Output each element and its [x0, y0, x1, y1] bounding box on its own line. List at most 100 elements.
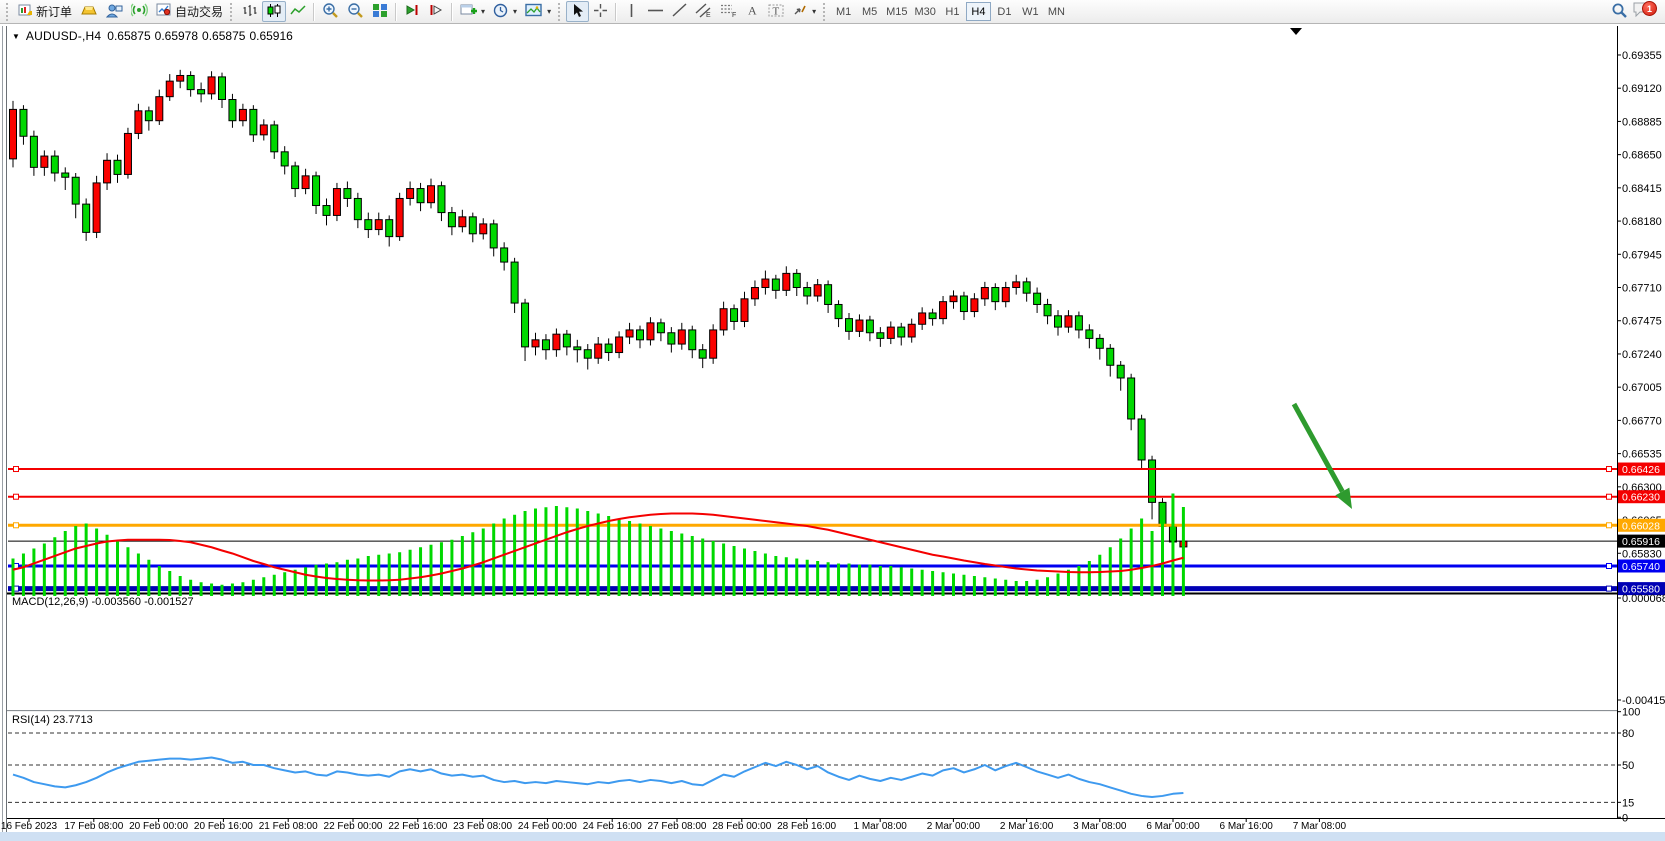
candle-down [83, 204, 90, 232]
line-handle[interactable] [1607, 494, 1612, 499]
date-tick-label: 28 Feb 16:00 [777, 821, 836, 832]
periods-button[interactable]: ▾ [489, 1, 521, 22]
text-button[interactable]: A [741, 1, 764, 22]
timeframe-button-H4[interactable]: H4 [966, 2, 991, 21]
candle-up [814, 285, 821, 296]
line-chart-button[interactable] [286, 1, 310, 22]
toolbar-grip[interactable] [6, 3, 11, 21]
equidistant-channel-button[interactable]: E [691, 1, 716, 22]
dropdown-caret: ▾ [547, 7, 551, 16]
candle-down [929, 313, 936, 319]
timeframe-button-D1[interactable]: D1 [992, 2, 1017, 21]
candle-up [10, 109, 17, 158]
text-label-button[interactable]: T [764, 1, 788, 22]
new-order-button[interactable]: 新订单 [14, 1, 76, 22]
date-tick-label: 17 Feb 08:00 [64, 821, 123, 832]
chart-menu-triangle-icon[interactable]: ▼ [12, 32, 20, 41]
trendline-button[interactable] [668, 1, 691, 22]
autotrade-label: 自动交易 [175, 3, 223, 20]
gold-button[interactable] [76, 1, 102, 22]
timeframe-button-H1[interactable]: H1 [940, 2, 965, 21]
candle-down [1023, 282, 1030, 293]
notifications[interactable]: 1 [1632, 0, 1652, 23]
timeframe-button-M1[interactable]: M1 [831, 2, 856, 21]
fibonacci-button[interactable]: F [716, 1, 741, 22]
line-handle[interactable] [14, 467, 19, 472]
macd-scale-bottom: -0.004159 [1622, 695, 1665, 707]
vertical-line-button[interactable] [620, 1, 643, 22]
arrows-button[interactable]: ▾ [788, 1, 820, 22]
candle-down [271, 125, 278, 152]
template-button[interactable]: ▾ [521, 1, 555, 22]
signal-button[interactable] [127, 1, 152, 22]
toolbar-grip[interactable] [230, 3, 235, 21]
crosshair-button[interactable] [589, 1, 612, 22]
zoom-out-button[interactable] [343, 1, 368, 22]
candle-up [93, 183, 100, 232]
timeframe-button-MN[interactable]: MN [1044, 2, 1069, 21]
candle-down [574, 347, 581, 350]
candle-up [616, 337, 623, 353]
auto-scroll-button[interactable] [400, 1, 424, 22]
bar-chart-button[interactable] [238, 1, 262, 22]
zoom-in-button[interactable] [318, 1, 343, 22]
line-handle[interactable] [14, 523, 19, 528]
line-handle[interactable] [1607, 563, 1612, 568]
date-tick-label: 16 Feb 2023 [1, 821, 58, 832]
svg-text:T: T [773, 5, 780, 17]
candle-up [971, 299, 978, 312]
timeframe-button-M30[interactable]: M30 [912, 2, 939, 21]
zoom-in-icon [322, 2, 339, 21]
line-handle[interactable] [1607, 467, 1612, 472]
new-chart-button[interactable]: ▾ [456, 1, 489, 22]
price-label-text: 0.66426 [1622, 464, 1660, 476]
candle-up [710, 330, 717, 358]
tile-windows-icon [372, 3, 388, 21]
toolbar-separator [451, 3, 453, 21]
line-handle[interactable] [14, 494, 19, 499]
toolbar-grip[interactable] [558, 3, 563, 21]
timeframe-button-M5[interactable]: M5 [857, 2, 882, 21]
candle-up [532, 340, 539, 347]
cursor-button[interactable] [566, 1, 589, 22]
price-tick-label: 0.68415 [1622, 183, 1662, 195]
zoom-out-icon [347, 2, 364, 21]
date-tick-label: 27 Feb 08:00 [648, 821, 707, 832]
chart-shift-button[interactable] [424, 1, 448, 22]
date-tick-label: 24 Feb 00:00 [518, 821, 577, 832]
candlestick-chart-button[interactable] [262, 1, 286, 22]
candle-up [104, 160, 111, 183]
price-label-text: 0.66230 [1622, 492, 1660, 504]
dropdown-caret: ▾ [812, 7, 816, 16]
chart-header: ▼ AUDUSD-,H4 0.658750.659780.658750.6591… [12, 29, 293, 43]
toolbar-grip[interactable] [823, 3, 828, 21]
candle-down [1075, 316, 1082, 330]
horizontal-line-button[interactable] [643, 1, 668, 22]
candle-down [846, 319, 853, 332]
candle-up [177, 75, 184, 81]
market-button[interactable] [102, 1, 127, 22]
candle-down [229, 100, 236, 121]
new-chart-icon [460, 3, 477, 21]
date-tick-label: 28 Feb 00:00 [712, 821, 771, 832]
arrows-icon [792, 3, 808, 20]
date-tick-label: 2 Mar 00:00 [927, 821, 981, 832]
search-button[interactable] [1607, 1, 1632, 22]
tile-windows-button[interactable] [368, 1, 392, 22]
candle-up [480, 224, 487, 234]
price-chart-canvas[interactable]: 0.693550.691200.688850.686500.684150.681… [0, 0, 1665, 841]
autotrade-button[interactable]: 自动交易 [152, 1, 227, 22]
line-handle[interactable] [1607, 586, 1612, 591]
timeframe-button-M15[interactable]: M15 [883, 2, 910, 21]
line-handle[interactable] [1607, 523, 1612, 528]
price-tick-label: 0.68650 [1622, 150, 1662, 162]
candle-up [1065, 316, 1072, 327]
price-tick-label: 0.68885 [1622, 116, 1662, 128]
chart-symbol-title: AUDUSD-,H4 [26, 29, 101, 43]
dropdown-caret: ▾ [481, 7, 485, 16]
fibonacci-icon: F [720, 3, 737, 21]
rsi-scale-label: 100 [1622, 707, 1640, 719]
candle-up [41, 156, 48, 167]
candle-down [877, 333, 884, 339]
timeframe-button-W1[interactable]: W1 [1018, 2, 1043, 21]
